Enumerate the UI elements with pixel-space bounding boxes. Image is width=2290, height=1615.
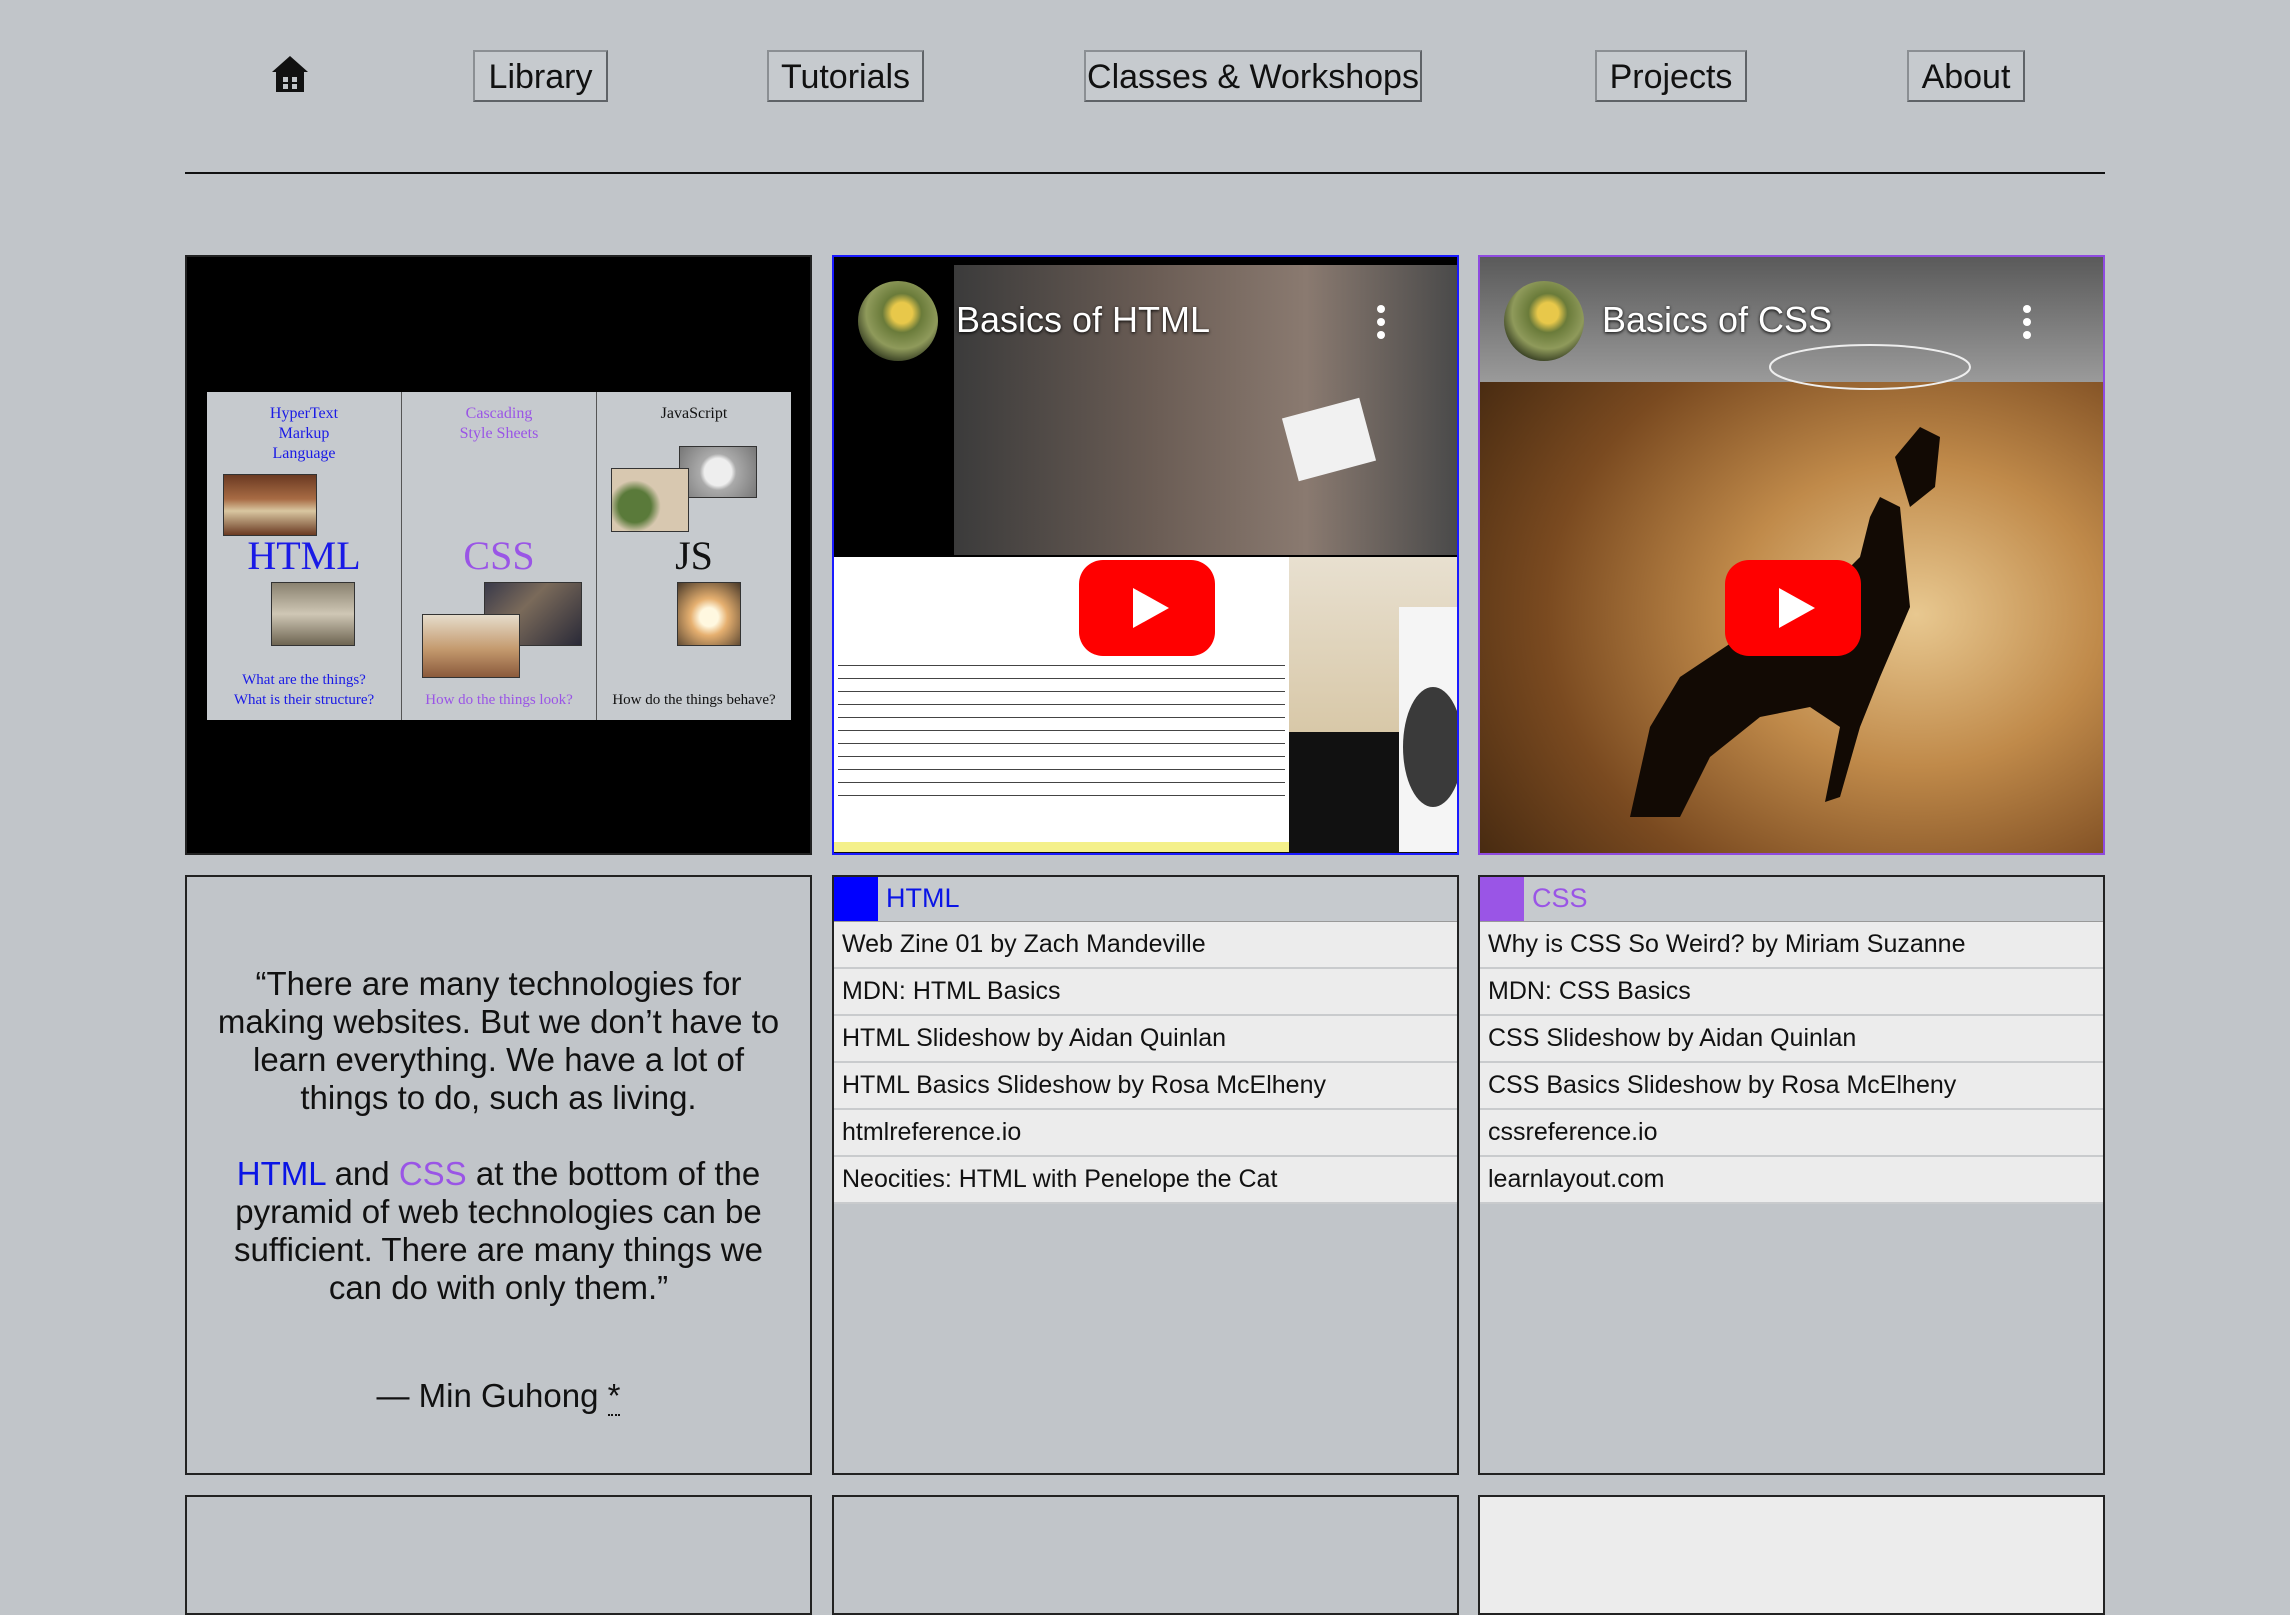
main-nav: Library Tutorials Classes & Workshops Pr…: [185, 50, 2105, 106]
plant-photo: [611, 468, 689, 532]
css-link-item[interactable]: CSS Slideshow by Aidan Quinlan: [1480, 1016, 2103, 1063]
css-links-heading: CSS: [1532, 883, 1588, 913]
footnote-link[interactable]: *: [607, 1377, 621, 1416]
quote-paragraph-2: HTML and CSS at the bottom of the pyrami…: [217, 1155, 780, 1307]
nav-projects-button[interactable]: Projects: [1595, 50, 1747, 102]
css-link-item[interactable]: cssreference.io: [1480, 1110, 2103, 1157]
quote-text: “There are many technologies for making …: [217, 965, 780, 1345]
living-room-photo: [422, 614, 520, 678]
video-title[interactable]: Basics of CSS: [1602, 299, 1832, 341]
web-technologies-diagram-card: HyperText Markup Language HTML What are …: [185, 255, 812, 855]
quote-html-word: HTML: [236, 1155, 326, 1192]
play-button[interactable]: [1725, 560, 1861, 656]
diagram-html-label: HTML: [247, 533, 361, 578]
html-link-item[interactable]: Neocities: HTML with Penelope the Cat: [834, 1157, 1457, 1204]
diagram-js-question: How do the things behave?: [612, 692, 776, 708]
html-css-js-diagram: HyperText Markup Language HTML What are …: [207, 392, 791, 720]
css-link-item[interactable]: learnlayout.com: [1480, 1157, 2103, 1204]
more-options-icon[interactable]: [1377, 305, 1387, 344]
video-thumbnail-browser: [1399, 607, 1457, 852]
diagram-css-label: CSS: [463, 533, 535, 578]
nav-divider: [185, 172, 2105, 174]
diagram-html-question: What are the things? What is their struc…: [233, 672, 375, 708]
quote-paragraph-1: “There are many technologies for making …: [217, 965, 780, 1116]
css-link-item[interactable]: Why is CSS So Weird? by Miriam Suzanne: [1480, 922, 2103, 969]
play-button[interactable]: [1079, 560, 1215, 656]
document-highlight: [834, 842, 1289, 852]
html-link-item[interactable]: HTML Slideshow by Aidan Quinlan: [834, 1016, 1457, 1063]
video-thumbnail-text-document: [834, 557, 1289, 852]
css-links-header: CSS: [1480, 877, 2103, 922]
html-links-header: HTML: [834, 877, 1457, 922]
nav-classes-workshops-button[interactable]: Classes & Workshops: [1084, 50, 1422, 102]
nav-tutorials-button[interactable]: Tutorials: [767, 50, 924, 102]
channel-avatar[interactable]: [858, 281, 938, 361]
diagram-css-fullname: Cascading Style Sheets: [459, 405, 539, 442]
css-link-item[interactable]: CSS Basics Slideshow by Rosa McElheny: [1480, 1063, 2103, 1110]
quote-css-word: CSS: [398, 1155, 467, 1192]
interior-photo: [271, 582, 355, 646]
diagram-js-label: JS: [675, 533, 713, 578]
html-color-swatch: [834, 877, 878, 921]
diagram-html-fullname: HyperText Markup Language: [269, 405, 339, 462]
card-row3-left: [185, 1495, 812, 1615]
video-title[interactable]: Basics of HTML: [956, 299, 1210, 341]
diagram-column-css: Cascading Style Sheets CSS How do the th…: [402, 392, 597, 720]
diagram-column-html: HyperText Markup Language HTML What are …: [207, 392, 402, 720]
quote-card: “There are many technologies for making …: [185, 875, 812, 1475]
quote-and: and: [325, 1155, 399, 1192]
nav-library-button[interactable]: Library: [473, 50, 608, 102]
css-color-swatch: [1480, 877, 1524, 921]
channel-avatar[interactable]: [1504, 281, 1584, 361]
css-links-card: CSS Why is CSS So Weird? by Miriam Suzan…: [1478, 875, 2105, 1475]
quote-author-name: — Min Guhong: [376, 1377, 608, 1414]
html-link-item[interactable]: MDN: HTML Basics: [834, 969, 1457, 1016]
lamp-photo: [677, 582, 741, 646]
basics-of-html-video[interactable]: Basics of HTML: [832, 255, 1459, 855]
html-link-item[interactable]: htmlreference.io: [834, 1110, 1457, 1157]
diagram-js-fullname: JavaScript: [660, 405, 728, 422]
html-link-item[interactable]: Web Zine 01 by Zach Mandeville: [834, 922, 1457, 969]
card-row3-right: [1478, 1495, 2105, 1615]
pebble-image: [1403, 687, 1457, 807]
diagram-css-question: How do the things look?: [425, 692, 573, 708]
robot-vacuum-photo: [679, 446, 757, 498]
nav-about-button[interactable]: About: [1907, 50, 2025, 102]
more-options-icon[interactable]: [2023, 305, 2033, 344]
document-text-lines: [838, 657, 1285, 807]
basics-of-css-video[interactable]: Basics of CSS: [1478, 255, 2105, 855]
html-link-item[interactable]: HTML Basics Slideshow by Rosa McElheny: [834, 1063, 1457, 1110]
card-row3-middle: [832, 1495, 1459, 1615]
diagram-column-js: JavaScript JS How do the things behave?: [597, 392, 791, 720]
css-link-item[interactable]: MDN: CSS Basics: [1480, 969, 2103, 1016]
html-links-card: HTML Web Zine 01 by Zach Mandeville MDN:…: [832, 875, 1459, 1475]
quote-author: — Min Guhong *: [187, 1377, 810, 1416]
html-links-heading: HTML: [886, 883, 960, 913]
room-photo: [223, 474, 317, 536]
house-icon[interactable]: [268, 52, 312, 96]
